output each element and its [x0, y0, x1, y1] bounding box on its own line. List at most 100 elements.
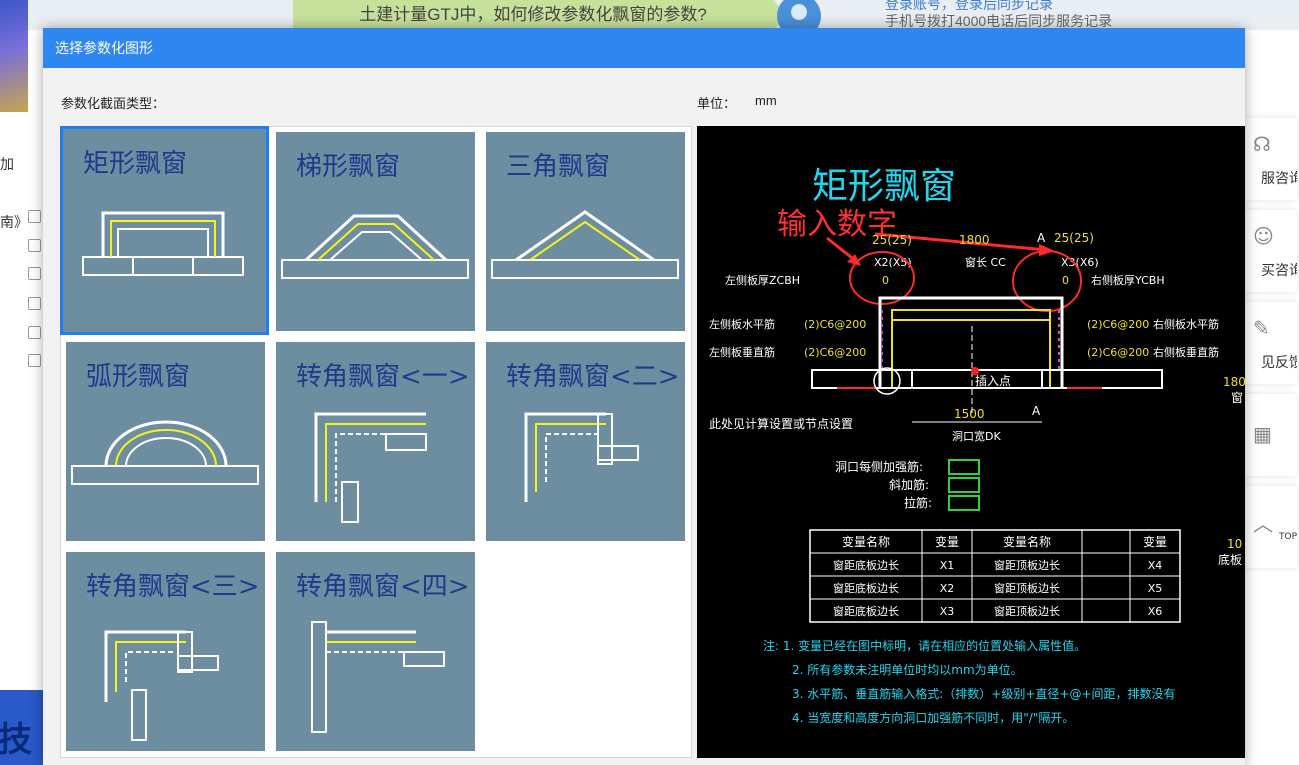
- section-type-label: 参数化截面类型：: [61, 96, 166, 111]
- dim-top-right: 25(25): [1054, 231, 1094, 245]
- service-icon: ☺: [1253, 224, 1274, 248]
- table-header-cell: 变量: [1143, 534, 1167, 549]
- table-cell: X3: [940, 605, 955, 618]
- window-length-label: 窗长 CC: [965, 255, 1006, 269]
- table-cell: X1: [940, 559, 955, 572]
- edge-number-2: 10: [1227, 537, 1242, 551]
- left-vertical-rebar-label: 左侧板垂直筋: [709, 345, 775, 359]
- parametric-shape-dialog: 选择参数化图形 参数化截面类型： 单位： mm 矩形飘窗 梯形飘窗 三角飘窗 弧…: [43, 28, 1245, 765]
- calc-setting-note: 此处见计算设置或节点设置: [709, 416, 853, 431]
- trapezoid-bay-window-icon: [281, 214, 469, 279]
- note-line: 注: 1. 变量已经在图中标明，请在相应的位置处输入属性值。: [763, 638, 1086, 653]
- login-link[interactable]: 登录账号，登录后同步记录: [885, 0, 1053, 12]
- dim-top-left: 25(25): [872, 233, 912, 247]
- tie-rebar-label: 拉筋:: [904, 495, 932, 510]
- question-banner[interactable]: 土建计量GTJ中，如何修改参数化飘窗的参数?: [293, 0, 773, 30]
- corner-bay-window-1-icon: [314, 412, 427, 523]
- qrcode-icon: ▦: [1253, 422, 1272, 446]
- diagonal-rebar-input[interactable]: [948, 477, 980, 493]
- right-horizontal-rebar-label: 右侧板水平筋: [1153, 317, 1219, 331]
- shape-tile-rectangular[interactable]: 矩形飘窗: [60, 126, 270, 336]
- background-left-panel: 加 南》: [0, 112, 44, 582]
- dim-top-mid: 1800: [959, 233, 990, 247]
- corner-bay-window-3-icon: [104, 630, 219, 741]
- unit-value: mm: [755, 93, 777, 108]
- table-cell: X2: [940, 582, 955, 595]
- rectangular-bay-window-icon: [82, 211, 244, 276]
- table-cell: 窗距顶板边长: [994, 604, 1060, 618]
- window-rebar-line: [891, 309, 1051, 388]
- left-checkbox[interactable]: [28, 239, 41, 252]
- background-bottom-text: 技: [0, 720, 32, 760]
- shape-preview-panel: 矩形飘窗 输入数字 25(25) 1800 A 25(25) X2(X5) 窗长…: [697, 126, 1245, 758]
- table-header-cell: 变量名称: [842, 534, 890, 549]
- shape-tile-arc[interactable]: 弧形飘窗: [61, 337, 270, 546]
- edit-icon: ✎: [1253, 316, 1270, 340]
- left-checkbox[interactable]: [28, 297, 41, 310]
- sidebar-item-feedback[interactable]: ✎ 见反馈: [1245, 302, 1297, 384]
- left-checkbox[interactable]: [28, 210, 41, 223]
- table-cell: 窗距底板边长: [833, 604, 899, 618]
- right-sidebar: ☊ 服咨询 ☺ 买咨询 ✎ 见反馈 ▦ ︿ TOP: [1245, 118, 1297, 578]
- left-checkbox[interactable]: [28, 326, 41, 339]
- opening-width-value: 1500: [954, 407, 985, 421]
- tie-rebar-input[interactable]: [948, 495, 980, 511]
- variable-table: 变量名称 变量 变量名称 变量 窗距底板边长 X1 窗距顶板边长 X4 窗距底板…: [809, 529, 1181, 623]
- corner-bay-window-4-icon: [311, 621, 445, 733]
- table-cell: 窗距顶板边长: [994, 581, 1060, 595]
- left-checkbox[interactable]: [28, 267, 41, 280]
- shape-tile-corner-3[interactable]: 转角飘窗<三>: [61, 547, 270, 756]
- sidebar-label: 买咨询: [1261, 263, 1297, 279]
- highlight-circle-right: [1012, 250, 1082, 312]
- opening-rebar-input[interactable]: [948, 459, 980, 475]
- table-cell: 窗距底板边长: [833, 581, 899, 595]
- sidebar-label: 见反馈: [1261, 355, 1297, 371]
- preview-title: 矩形飘窗: [812, 166, 956, 207]
- section-mark-top: A: [1037, 231, 1046, 245]
- x2-label: X2(X5): [874, 256, 912, 269]
- opening-rebar-label: 洞口每侧加强筋:: [835, 459, 923, 474]
- right-vertical-rebar-value: (2)C6@200: [1087, 346, 1149, 359]
- edge-char-2: 底板: [1218, 552, 1242, 567]
- back-to-top-button[interactable]: ︿ TOP: [1245, 486, 1297, 568]
- table-header-cell: 变量: [935, 534, 959, 549]
- table-header-cell: 变量名称: [1003, 534, 1051, 549]
- shape-grid: 矩形飘窗 梯形飘窗 三角飘窗 弧形飘窗 转角飘窗<一> 转角飘窗<二> 转角飘窗…: [60, 126, 692, 758]
- window-outline: [878, 296, 1064, 388]
- shape-tile-corner-4[interactable]: 转角飘窗<四>: [271, 547, 480, 756]
- dialog-body: 参数化截面类型： 单位： mm 矩形飘窗 梯形飘窗 三角飘窗 弧形飘窗 转角飘窗…: [43, 68, 1245, 765]
- opening-width-label: 洞口宽DK: [952, 429, 1001, 443]
- sidebar-label: 服咨询: [1261, 171, 1297, 187]
- right-horizontal-rebar-value: (2)C6@200: [1087, 318, 1149, 331]
- table-cell: X5: [1148, 582, 1163, 595]
- rectangular-window-drawing: 矩形飘窗 输入数字 25(25) 1800 A 25(25) X2(X5) 窗长…: [709, 166, 1245, 725]
- table-cell: X4: [1148, 559, 1163, 572]
- sidebar-item-service[interactable]: ☊ 服咨询: [1245, 118, 1297, 200]
- left-checkbox[interactable]: [28, 354, 41, 367]
- right-vertical-rebar-label: 右侧板垂直筋: [1153, 345, 1219, 359]
- unit-label: 单位：: [697, 96, 737, 111]
- table-cell: 窗距底板边长: [833, 558, 899, 572]
- insert-point-label: 插入点: [975, 374, 1011, 388]
- table-cell: 窗距顶板边长: [994, 558, 1060, 572]
- right-thickness-label: 右侧板厚YCBH: [1091, 273, 1165, 287]
- edge-number-1: 180: [1223, 375, 1245, 389]
- x3-label: X3(X6): [1061, 256, 1099, 269]
- background-thumbnail: [0, 0, 28, 112]
- service-note: 登录账号，登录后同步记录 手机号拨打4000电话后同步服务记录: [885, 0, 1215, 30]
- note-line: 3. 水平筋、垂直筋输入格式:（排数）+级别+直径+@+间距，排数没有: [792, 686, 1176, 701]
- shape-tile-corner-1[interactable]: 转角飘窗<一>: [271, 337, 480, 546]
- shape-tile-trapezoid[interactable]: 梯形飘窗: [271, 127, 480, 336]
- node-circle: [873, 367, 901, 395]
- sidebar-item-qrcode[interactable]: ▦: [1245, 394, 1297, 476]
- diagonal-rebar-label: 斜加筋:: [889, 477, 929, 492]
- right-thickness-value: 0: [1062, 274, 1069, 287]
- left-thickness-label: 左侧板厚ZCBH: [725, 273, 800, 287]
- left-label-guide: 南》: [0, 215, 28, 231]
- shape-tile-triangle[interactable]: 三角飘窗: [481, 127, 690, 336]
- headset-icon: ☊: [1253, 132, 1271, 156]
- top-label: TOP: [1278, 532, 1297, 542]
- shape-tile-corner-2[interactable]: 转角飘窗<二>: [481, 337, 690, 546]
- sidebar-item-purchase[interactable]: ☺ 买咨询: [1245, 210, 1297, 292]
- note-line: 4. 当宽度和高度方向洞口加强筋不同时，用"/"隔开。: [792, 710, 1074, 725]
